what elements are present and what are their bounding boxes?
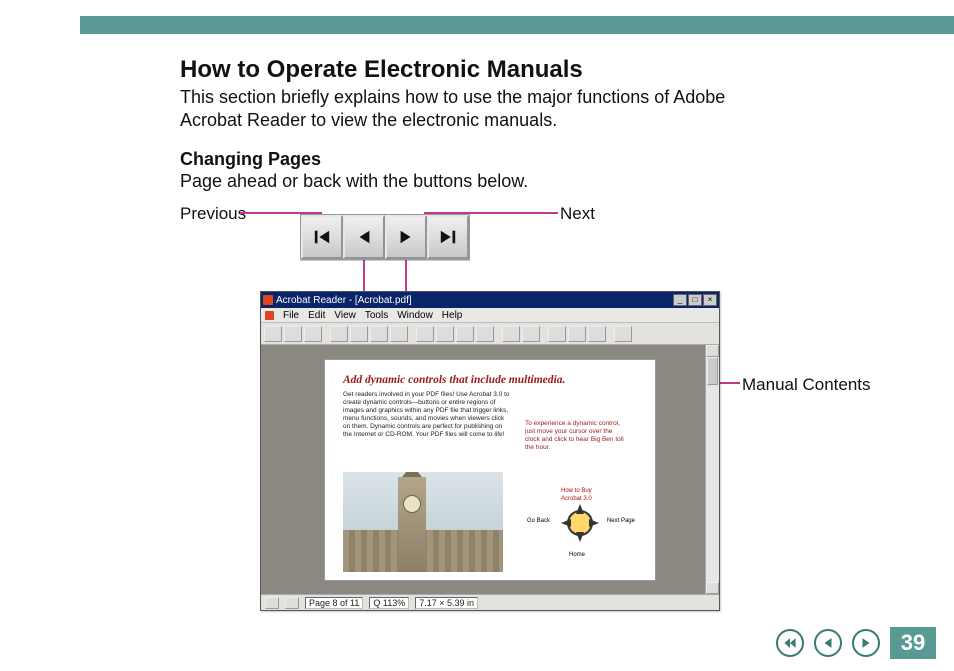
- diagram-area: Previous Next Manual Contents: [180, 198, 894, 638]
- section-desc: Page ahead or back with the buttons belo…: [180, 171, 894, 192]
- status-nav-button[interactable]: [265, 597, 279, 609]
- menu-item-tools[interactable]: Tools: [365, 310, 388, 321]
- compass-arrows-icon: [545, 488, 615, 558]
- label-manual-contents: Manual Contents: [742, 375, 871, 395]
- next-page-button[interactable]: [385, 215, 427, 259]
- close-button[interactable]: ×: [703, 294, 717, 306]
- toolbar-hand-tool[interactable]: [350, 326, 368, 342]
- toolbar-first-page[interactable]: [416, 326, 434, 342]
- toolbar-go-forward[interactable]: [522, 326, 540, 342]
- toolbar-actual-size[interactable]: [548, 326, 566, 342]
- rewind-icon: [783, 636, 797, 650]
- menu-item-file[interactable]: File: [283, 310, 299, 321]
- doc-body-text: Get readers involved in your PDF files! …: [343, 391, 513, 440]
- page-content: How to Operate Electronic Manuals This s…: [180, 56, 894, 638]
- prev-icon: [821, 636, 835, 650]
- intro-text: This section briefly explains how to use…: [180, 86, 740, 131]
- scroll-thumb[interactable]: [707, 357, 718, 385]
- window-controls: _ □ ×: [673, 294, 717, 306]
- status-page: Page 8 of 11: [305, 597, 363, 609]
- scroll-down-button[interactable]: [706, 582, 719, 594]
- menu-item-help[interactable]: Help: [442, 310, 463, 321]
- menu-item-edit[interactable]: Edit: [308, 310, 325, 321]
- footer-next-button[interactable]: [852, 629, 880, 657]
- toolbar-select-tool[interactable]: [390, 326, 408, 342]
- first-page-button[interactable]: [301, 215, 343, 259]
- doc-body-callout: To experience a dynamic control, just mo…: [525, 420, 625, 453]
- toolbar-fit-page[interactable]: [568, 326, 586, 342]
- label-next: Next: [560, 204, 595, 224]
- status-nav-button[interactable]: [285, 597, 299, 609]
- toolbar-button[interactable]: [304, 326, 322, 342]
- toolbar-next-page[interactable]: [456, 326, 474, 342]
- previous-page-icon: [355, 228, 373, 246]
- toolbar-go-back[interactable]: [502, 326, 520, 342]
- page-number-badge: 39: [890, 627, 936, 659]
- doc-icon: [265, 311, 274, 320]
- page-title: How to Operate Electronic Manuals: [180, 56, 894, 84]
- footer-nav: 39: [776, 627, 936, 659]
- footer-rewind-button[interactable]: [776, 629, 804, 657]
- footer-prev-button[interactable]: [814, 629, 842, 657]
- toolbar-last-page[interactable]: [476, 326, 494, 342]
- section-title: Changing Pages: [180, 149, 894, 170]
- acrobat-app-icon: [263, 295, 273, 305]
- toolbar-button[interactable]: [330, 326, 348, 342]
- bigben-illustration: [343, 472, 503, 572]
- menu-item-window[interactable]: Window: [397, 310, 433, 321]
- page-nav-button-group: [300, 214, 470, 260]
- header-accent-bar: [80, 16, 954, 34]
- toolbar: [261, 323, 719, 345]
- compass-nav[interactable]: How to Buy Acrobat 3.0 Go Back Next Page…: [545, 488, 615, 558]
- window-title: Acrobat Reader - [Acrobat.pdf]: [276, 295, 412, 306]
- toolbar-button[interactable]: [284, 326, 302, 342]
- toolbar-button[interactable]: [264, 326, 282, 342]
- toolbar-prev-page[interactable]: [436, 326, 454, 342]
- previous-page-button[interactable]: [343, 215, 385, 259]
- next-page-icon: [397, 228, 415, 246]
- first-page-icon: [313, 228, 331, 246]
- menu-item-view[interactable]: View: [334, 310, 356, 321]
- vertical-scrollbar[interactable]: [705, 345, 719, 594]
- document-page: Add dynamic controls that include multim…: [325, 360, 655, 580]
- doc-heading: Add dynamic controls that include multim…: [343, 374, 637, 386]
- last-page-icon: [439, 228, 457, 246]
- acrobat-window: Acrobat Reader - [Acrobat.pdf] _ □ × Fil…: [260, 291, 720, 611]
- minimize-button[interactable]: _: [673, 294, 687, 306]
- status-size: 7.17 × 5.39 in: [415, 597, 478, 609]
- window-titlebar: Acrobat Reader - [Acrobat.pdf] _ □ ×: [261, 292, 719, 308]
- document-area: Add dynamic controls that include multim…: [261, 345, 719, 594]
- next-icon: [859, 636, 873, 650]
- scroll-up-button[interactable]: [706, 345, 719, 357]
- maximize-button[interactable]: □: [688, 294, 702, 306]
- connector-line: [490, 212, 558, 214]
- status-bar: Page 8 of 11 Q 113% 7.17 × 5.39 in: [261, 594, 719, 610]
- last-page-button[interactable]: [427, 215, 469, 259]
- label-previous: Previous: [180, 204, 246, 224]
- status-zoom: Q 113%: [369, 597, 409, 609]
- toolbar-zoom-tool[interactable]: [370, 326, 388, 342]
- menu-bar: File Edit View Tools Window Help: [261, 308, 719, 323]
- toolbar-find[interactable]: [614, 326, 632, 342]
- toolbar-fit-width[interactable]: [588, 326, 606, 342]
